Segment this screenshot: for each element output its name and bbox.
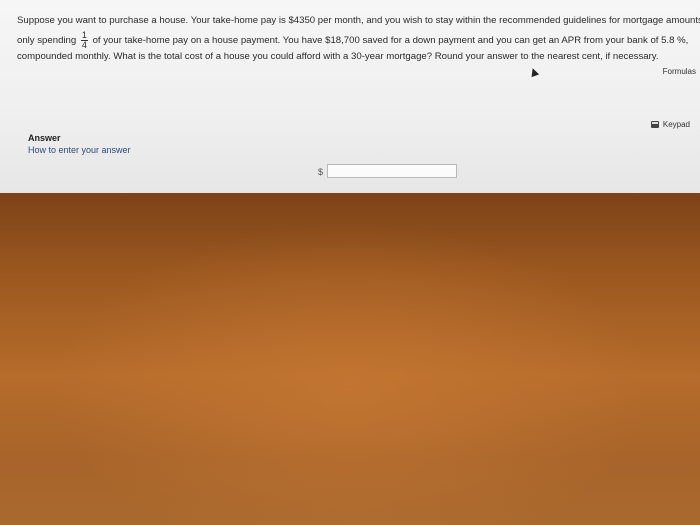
keypad-button[interactable]: Keypad [650,120,690,129]
question-panel: Suppose you want to purchase a house. Yo… [0,0,700,194]
question-line-2-suffix: of your take-home pay on a house payment… [92,35,689,47]
monitor-bezel [0,193,700,525]
currency-symbol: $ [318,167,324,177]
keypad-icon [650,121,659,128]
answer-label: Answer [28,133,61,143]
question-line-2: only spending 1 4 of your take-home pay … [17,31,692,50]
question-text: Suppose you want to purchase a house. Yo… [17,14,700,64]
question-line-2-prefix: only spending [17,35,77,47]
question-line-3: compounded monthly. What is the total co… [17,51,659,62]
fraction-denominator: 4 [81,40,87,50]
how-to-enter-answer-link[interactable]: How to enter your answer [28,145,131,155]
keypad-label: Keypad [662,120,690,129]
formulas-button[interactable]: Formulas [663,67,696,76]
question-line-1: Suppose you want to purchase a house. Yo… [17,15,700,26]
fraction: 1 4 [80,31,88,50]
answer-input[interactable] [327,164,457,178]
mouse-cursor-icon [528,66,540,78]
